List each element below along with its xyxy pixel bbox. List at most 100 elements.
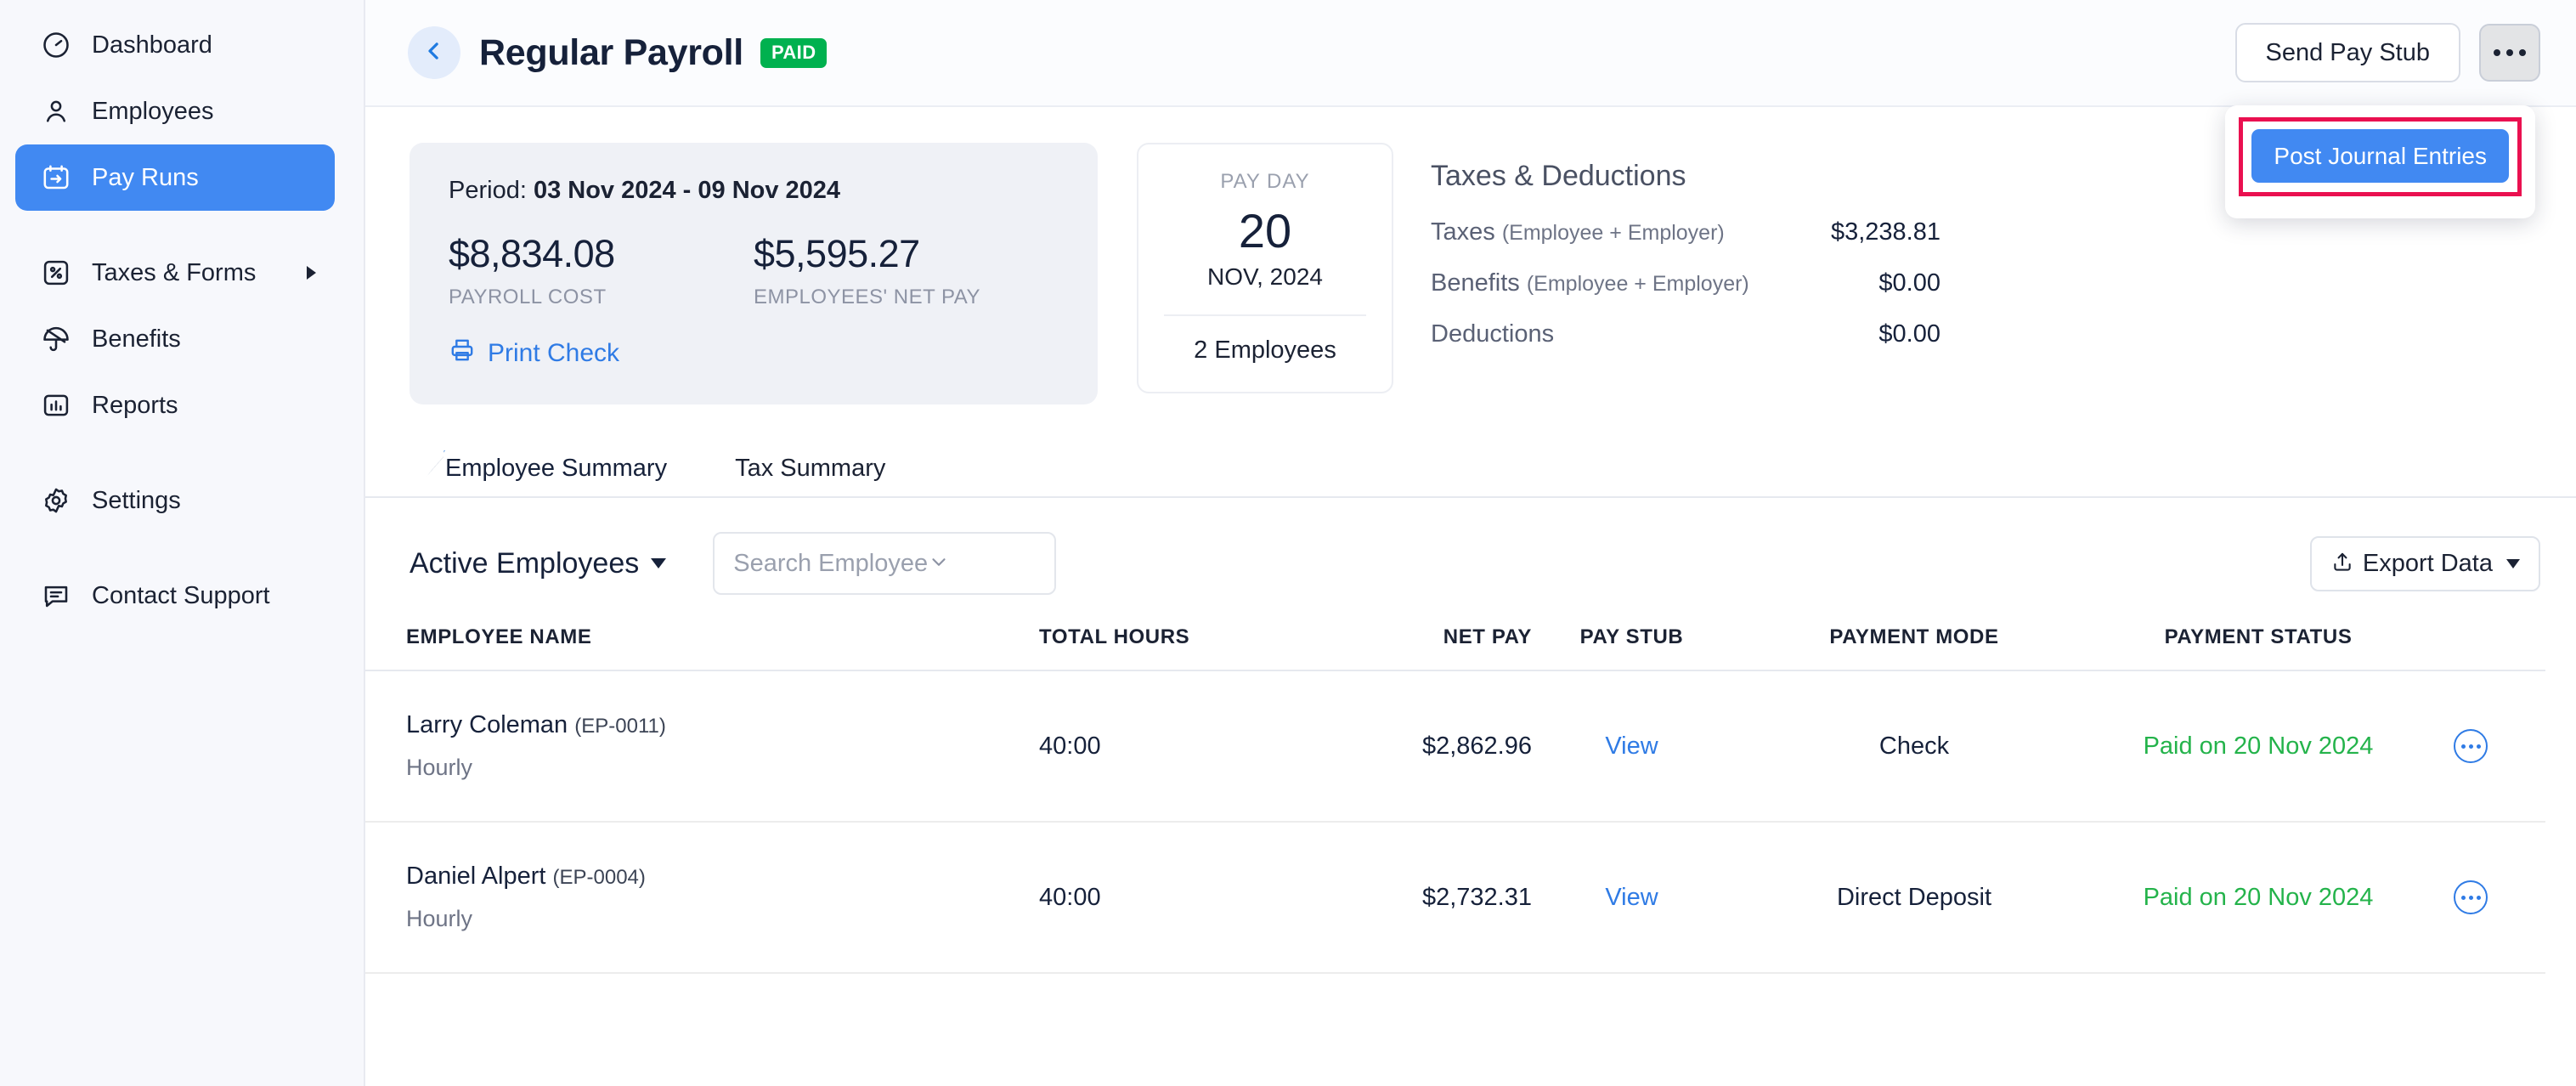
payment-mode-cell: Direct Deposit: [1731, 884, 2097, 912]
status-badge: PAID: [760, 38, 828, 68]
export-data-label: Export Data: [2363, 550, 2493, 578]
active-employees-label: Active Employees: [410, 547, 639, 580]
printer-icon: [449, 337, 488, 370]
tax-row-amount: $0.00: [1878, 320, 1940, 348]
table-toolbar: Active Employees Search Employee: [365, 498, 2576, 595]
column-header-payment-status: PAYMENT STATUS: [2097, 625, 2420, 649]
pay-run-icon: [39, 161, 73, 195]
sidebar: Dashboard Employees Pay Runs: [0, 0, 365, 1086]
amount-group: $8,834.08 PAYROLL COST $5,595.27 EMPLOYE…: [449, 232, 1059, 309]
tax-row-label: Deductions: [1431, 320, 1554, 348]
print-check-label: Print Check: [488, 339, 619, 368]
employee-count: 2 Employees: [1138, 337, 1392, 365]
net-pay-cell: $2,862.96: [1294, 732, 1532, 761]
sidebar-divider-space-3: [0, 534, 364, 563]
payroll-cost-block: $8,834.08 PAYROLL COST: [449, 232, 754, 309]
tab-tax-summary[interactable]: Tax Summary: [701, 441, 919, 498]
sidebar-divider-space-2: [0, 438, 364, 467]
sidebar-item-label: Employees: [92, 98, 213, 126]
pay-stub-cell: View: [1532, 884, 1731, 912]
chat-icon: [39, 579, 73, 613]
back-button[interactable]: [408, 26, 460, 79]
upload-icon: [2330, 550, 2354, 578]
ellipsis-icon: [2494, 49, 2526, 56]
divider: [1164, 314, 1366, 316]
tab-label: Tax Summary: [735, 455, 885, 482]
net-pay-value: $5,595.27: [754, 232, 1059, 276]
search-employee-input[interactable]: Search Employee: [713, 532, 1056, 595]
sidebar-item-pay-runs[interactable]: Pay Runs: [15, 144, 335, 211]
active-employees-filter[interactable]: Active Employees: [410, 547, 666, 580]
tax-row-name: Benefits: [1431, 269, 1520, 297]
sidebar-item-label: Taxes & Forms: [92, 259, 256, 287]
column-header-net-pay: NET PAY: [1294, 625, 1532, 649]
employee-cell: Daniel Alpert (EP-0004) Hourly: [406, 863, 1039, 932]
period-line: Period: 03 Nov 2024 - 09 Nov 2024: [449, 177, 1059, 205]
sidebar-item-benefits[interactable]: Benefits: [15, 306, 335, 372]
user-icon: [39, 94, 73, 128]
period-summary-card: Period: 03 Nov 2024 - 09 Nov 2024 $8,834…: [410, 143, 1098, 404]
more-options-button[interactable]: [2479, 24, 2540, 82]
gauge-icon: [39, 28, 73, 62]
pay-day-month-year: NOV, 2024: [1138, 263, 1392, 291]
tax-row-name: Taxes: [1431, 218, 1495, 246]
sidebar-item-dashboard[interactable]: Dashboard: [15, 12, 335, 78]
tax-row: Taxes (Employee + Employer) $3,238.81: [1431, 218, 1940, 246]
sidebar-item-settings[interactable]: Settings: [15, 467, 335, 534]
employee-name-line: Daniel Alpert (EP-0004): [406, 863, 1039, 891]
header-actions: Send Pay Stub: [2235, 23, 2540, 82]
total-hours-cell: 40:00: [1039, 732, 1294, 761]
tax-row-note: (Employee + Employer): [1527, 272, 1749, 296]
tax-row-amount: $0.00: [1878, 269, 1940, 297]
caret-down-icon: [2506, 559, 2520, 568]
table-row[interactable]: Daniel Alpert (EP-0004) Hourly 40:00 $2,…: [365, 823, 2545, 974]
tab-label: Employee Summary: [445, 455, 667, 482]
payment-status-cell: Paid on 20 Nov 2024: [2097, 732, 2420, 761]
tax-row-amount: $3,238.81: [1831, 218, 1940, 246]
net-pay-block: $5,595.27 EMPLOYEES' NET PAY: [754, 232, 1059, 309]
column-header-payment-mode: PAYMENT MODE: [1731, 625, 2097, 649]
app-root: Dashboard Employees Pay Runs: [0, 0, 2576, 1086]
percent-box-icon: [39, 256, 73, 290]
employee-pay-type: Hourly: [406, 755, 1039, 781]
tab-employee-summary[interactable]: Employee Summary: [410, 441, 701, 498]
sidebar-item-contact-support[interactable]: Contact Support: [15, 563, 335, 629]
view-pay-stub-link[interactable]: View: [1605, 884, 1658, 911]
net-pay-cell: $2,732.31: [1294, 884, 1532, 912]
row-ellipsis-icon[interactable]: [2454, 729, 2488, 763]
period-range: 03 Nov 2024 - 09 Nov 2024: [534, 177, 840, 204]
sidebar-item-taxes-and-forms[interactable]: Taxes & Forms: [15, 240, 335, 306]
tax-row: Benefits (Employee + Employer) $0.00: [1431, 269, 1940, 297]
chevron-left-icon: [421, 38, 447, 68]
print-check-link[interactable]: Print Check: [449, 337, 1059, 370]
page-header: Regular Payroll PAID Send Pay Stub: [365, 0, 2576, 107]
chevron-right-icon: [307, 266, 316, 280]
column-header-total-hours: TOTAL HOURS: [1039, 625, 1294, 649]
sidebar-item-employees[interactable]: Employees: [15, 78, 335, 144]
main-content: Regular Payroll PAID Send Pay Stub Post …: [365, 0, 2576, 1086]
search-placeholder: Search Employee: [733, 550, 928, 578]
table-row[interactable]: Larry Coleman (EP-0011) Hourly 40:00 $2,…: [365, 671, 2545, 823]
bar-chart-icon: [39, 388, 73, 422]
net-pay-label: EMPLOYEES' NET PAY: [754, 286, 1059, 309]
payment-status-text: Paid on 20 Nov 2024: [2144, 732, 2374, 760]
caret-down-icon: [651, 558, 666, 568]
tax-row: Deductions $0.00: [1431, 320, 1940, 348]
post-journal-entries-button[interactable]: Post Journal Entries: [2251, 129, 2509, 183]
employee-cell: Larry Coleman (EP-0011) Hourly: [406, 711, 1039, 781]
taxes-deductions-title: Taxes & Deductions: [1431, 160, 1940, 193]
send-pay-stub-button[interactable]: Send Pay Stub: [2235, 23, 2460, 82]
row-ellipsis-icon[interactable]: [2454, 880, 2488, 914]
employee-name-line: Larry Coleman (EP-0011): [406, 711, 1039, 739]
more-options-dropdown: Post Journal Entries: [2225, 105, 2535, 218]
tab-bar: Employee Summary Tax Summary: [365, 442, 2576, 498]
export-data-button[interactable]: Export Data: [2310, 536, 2540, 591]
view-pay-stub-link[interactable]: View: [1605, 732, 1658, 760]
highlight-annotation: Post Journal Entries: [2239, 117, 2522, 196]
pay-day-number: 20: [1138, 207, 1392, 255]
sidebar-item-reports[interactable]: Reports: [15, 372, 335, 438]
sidebar-divider-space: [0, 211, 364, 240]
column-header-employee-name: EMPLOYEE NAME: [406, 625, 1039, 649]
employee-code: (EP-0004): [553, 866, 646, 889]
row-actions-cell: [2420, 729, 2522, 763]
